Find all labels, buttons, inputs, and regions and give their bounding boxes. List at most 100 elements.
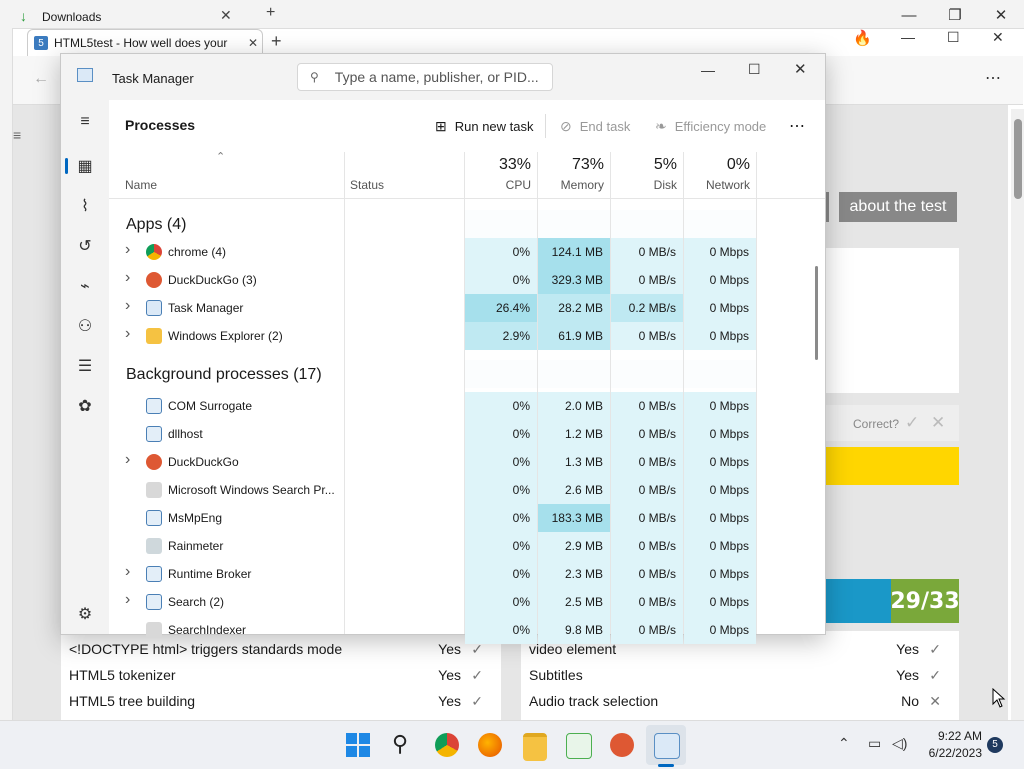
chevron-up-icon[interactable]: ⌃: [838, 735, 850, 752]
search-icon: ⚲: [310, 70, 319, 84]
column-name[interactable]: Name: [125, 178, 157, 192]
process-row[interactable]: dllhost 0% 1.2 MB 0 MB/s 0 Mbps: [109, 420, 809, 448]
process-network-value: 0 Mbps: [684, 238, 756, 266]
column-cpu[interactable]: 33% CPU: [465, 156, 531, 192]
scrollbar-thumb[interactable]: [1014, 119, 1022, 199]
search-icon[interactable]: ⚲: [392, 731, 408, 757]
file-explorer-taskbar-icon[interactable]: [523, 733, 547, 761]
process-row[interactable]: › Search (2) 0% 2.5 MB 0 MB/s 0 Mbps: [109, 588, 809, 616]
close-icon[interactable]: ✕: [978, 0, 1024, 30]
column-memory[interactable]: 73% Memory: [538, 156, 604, 192]
users-icon[interactable]: ⚇: [73, 314, 97, 338]
expand-chevron-icon[interactable]: ›: [125, 563, 130, 581]
close-icon[interactable]: ✕: [992, 29, 1004, 46]
new-tab-icon[interactable]: +: [271, 31, 282, 52]
efficiency-mode-button[interactable]: ❧ Efficiency mode: [655, 100, 766, 152]
page-title: Processes: [125, 117, 196, 133]
close-tab-icon[interactable]: ✕: [248, 36, 258, 50]
firefox-taskbar-icon[interactable]: [478, 733, 502, 757]
minimize-icon[interactable]: —: [701, 62, 715, 78]
close-tab-icon[interactable]: ✕: [220, 7, 232, 24]
process-cpu-value: 0%: [465, 238, 537, 266]
group-cell: [465, 360, 537, 388]
processes-icon[interactable]: ▦: [73, 154, 97, 178]
sort-up-icon[interactable]: ⌃: [216, 150, 225, 163]
process-disk-value: 0 MB/s: [611, 266, 683, 294]
back-icon[interactable]: ←: [33, 70, 49, 88]
expand-chevron-icon[interactable]: ›: [125, 591, 130, 609]
run-new-task-button[interactable]: ⊞ Run new task: [435, 100, 534, 152]
clock-time[interactable]: 9:22 AM: [924, 729, 982, 743]
process-row[interactable]: › Windows Explorer (2) 2.9% 61.9 MB 0 MB/s 0 …: [109, 322, 809, 350]
task-manager-taskbar-icon[interactable]: [654, 733, 680, 759]
process-row[interactable]: › DuckDuckGo (3) 0% 329.3 MB 0 MB/s 0 Mbps: [109, 266, 809, 294]
startup-apps-icon[interactable]: ⌁: [73, 274, 97, 298]
column-disk[interactable]: 5% Disk: [611, 156, 677, 192]
check-icon: ✓: [929, 640, 941, 657]
clock-date[interactable]: 6/22/2023: [918, 746, 982, 760]
expand-chevron-icon[interactable]: ›: [125, 325, 130, 343]
process-row[interactable]: › chrome (4) 0% 124.1 MB 0 MB/s 0 Mbps: [109, 238, 809, 266]
minimize-icon[interactable]: —: [886, 0, 932, 30]
process-row[interactable]: MsMpEng 0% 183.3 MB 0 MB/s 0 Mbps: [109, 504, 809, 532]
browser-tab-title: HTML5test - How well does your: [54, 36, 228, 50]
process-row[interactable]: › Task Manager 26.4% 28.2 MB 0.2 MB/s 0 Mbps: [109, 294, 809, 322]
expand-chevron-icon[interactable]: ›: [125, 241, 130, 259]
cross-icon[interactable]: ✕: [931, 413, 945, 433]
process-disk-value: 0 MB/s: [611, 420, 683, 448]
process-row[interactable]: › Runtime Broker 0% 2.3 MB 0 MB/s 0 Mbps: [109, 560, 809, 588]
service-icon: [146, 566, 162, 582]
network-icon[interactable]: ▭: [868, 735, 881, 752]
more-options-icon[interactable]: ⋯: [789, 100, 805, 152]
page-menu-icon[interactable]: ≡: [13, 127, 21, 143]
minimize-icon[interactable]: —: [901, 29, 915, 45]
search-process-icon: [146, 622, 162, 638]
expand-chevron-icon[interactable]: ›: [125, 451, 130, 469]
search-input[interactable]: Type a name, publisher, or PID...: [335, 69, 539, 85]
expand-chevron-icon[interactable]: ›: [125, 297, 130, 315]
process-row[interactable]: SearchIndexer 0% 9.8 MB 0 MB/s 0 Mbps: [109, 616, 809, 644]
volume-icon[interactable]: ◁): [892, 735, 907, 752]
expand-chevron-icon[interactable]: ›: [125, 269, 130, 287]
check-icon: ✓: [471, 692, 483, 709]
notepad-taskbar-icon[interactable]: [566, 733, 592, 759]
menu-dots-icon[interactable]: ⋯: [985, 68, 1001, 88]
process-disk-value: 0 MB/s: [611, 588, 683, 616]
close-icon[interactable]: ✕: [794, 60, 807, 78]
check-icon[interactable]: ✓: [905, 413, 919, 433]
process-row[interactable]: COM Surrogate 0% 2.0 MB 0 MB/s 0 Mbps: [109, 392, 809, 420]
notification-badge[interactable]: 5: [987, 737, 1003, 753]
nav-about-the-test[interactable]: about the test: [839, 192, 957, 222]
details-icon[interactable]: ☰: [73, 354, 97, 378]
process-row[interactable]: Rainmeter 0% 2.9 MB 0 MB/s 0 Mbps: [109, 532, 809, 560]
group-header: Background processes (17): [126, 366, 322, 383]
column-network[interactable]: 0% Network: [684, 156, 750, 192]
services-icon[interactable]: ✿: [73, 394, 97, 418]
restore-icon[interactable]: ❐: [932, 0, 978, 30]
navigation-sidebar: ≡ ▦ ⌇ ↺ ⌁ ⚇ ☰ ✿ ⚙: [61, 100, 109, 634]
process-memory-value: 2.9 MB: [538, 532, 610, 560]
maximize-icon[interactable]: ☐: [947, 29, 960, 46]
yellow-banner: [825, 447, 959, 485]
list-scrollbar[interactable]: [815, 266, 818, 360]
browser-tab[interactable]: 5 HTML5test - How well does your ✕: [27, 29, 263, 56]
browser-scrollbar[interactable]: [1011, 109, 1024, 724]
settings-icon[interactable]: ⚙: [73, 602, 97, 626]
start-windows-icon[interactable]: [346, 733, 370, 757]
process-row[interactable]: › DuckDuckGo 0% 1.3 MB 0 MB/s 0 Mbps: [109, 448, 809, 476]
end-task-button[interactable]: ⊘ End task: [560, 100, 630, 152]
process-row[interactable]: Microsoft Windows Search Pr... 0% 2.6 MB 0 …: [109, 476, 809, 504]
new-tab-icon[interactable]: +: [266, 4, 275, 22]
chrome-taskbar-icon[interactable]: [435, 733, 459, 757]
flame-icon[interactable]: 🔥: [853, 29, 872, 47]
downloads-tab[interactable]: ↓ Downloads ✕: [12, 4, 240, 28]
app-history-icon[interactable]: ↺: [73, 234, 97, 258]
process-name: Rainmeter: [168, 539, 224, 553]
search-box[interactable]: ⚲ Type a name, publisher, or PID...: [297, 63, 553, 91]
maximize-icon[interactable]: ☐: [748, 61, 761, 78]
disk-total: 5%: [653, 156, 677, 173]
hamburger-menu-icon[interactable]: ≡: [73, 110, 97, 134]
duckduckgo-taskbar-icon[interactable]: [610, 733, 634, 757]
performance-icon[interactable]: ⌇: [73, 194, 97, 218]
column-status[interactable]: Status: [350, 178, 384, 192]
